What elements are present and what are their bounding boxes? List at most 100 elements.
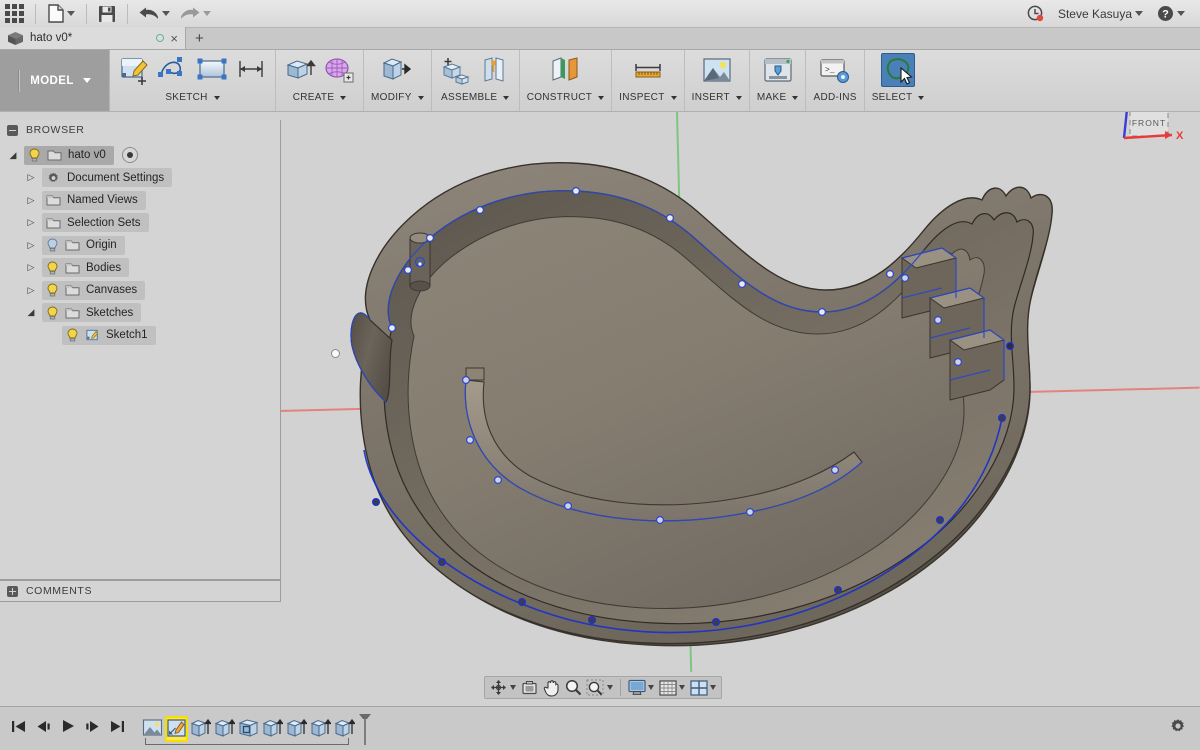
show-data-panel-button[interactable] <box>0 1 29 27</box>
timeline-track[interactable] <box>138 712 376 746</box>
expander-closed-icon[interactable] <box>24 240 38 251</box>
timeline-end-marker[interactable] <box>358 712 372 746</box>
save-button[interactable] <box>93 1 121 27</box>
ribbon-panel-label-modify[interactable]: MODIFY <box>371 92 424 103</box>
rectangle-icon[interactable] <box>195 53 229 87</box>
tree-row-root[interactable]: hato v0 <box>0 144 280 167</box>
user-menu-button[interactable]: Steve Kasuya <box>1053 1 1148 27</box>
measure-icon[interactable] <box>631 53 665 87</box>
new-document-button[interactable] <box>42 1 80 27</box>
ribbon-panel-label-inspect[interactable]: INSPECT <box>619 92 677 103</box>
new-component-icon[interactable] <box>439 53 473 87</box>
lightbulb-on-icon[interactable] <box>46 283 59 297</box>
chevron-down-icon[interactable] <box>648 685 654 690</box>
lightbulb-on-icon[interactable] <box>46 261 59 275</box>
dimension-icon[interactable] <box>234 53 268 87</box>
ribbon-panel-label-make[interactable]: MAKE <box>757 92 799 103</box>
ribbon-panel-label-assemble[interactable]: ASSEMBLE <box>441 92 510 103</box>
expander-closed-icon[interactable] <box>24 172 38 183</box>
ribbon-panel-create: CREATE <box>276 50 364 111</box>
ribbon-panel-label-construct[interactable]: CONSTRUCT <box>527 92 605 103</box>
nav-viewports-button[interactable] <box>688 678 709 698</box>
timeline-step-back-button[interactable] <box>36 720 51 738</box>
nav-zoom-window-button[interactable] <box>585 678 606 698</box>
offset-plane-icon[interactable] <box>548 53 582 87</box>
expander-closed-icon[interactable] <box>24 262 38 273</box>
new-tab-button[interactable]: + <box>186 29 213 49</box>
timeline-settings-button[interactable] <box>1170 718 1200 739</box>
expander-closed-icon[interactable] <box>24 195 38 206</box>
expander-closed-icon[interactable] <box>24 217 38 228</box>
ribbon-panel-label-sketch[interactable]: SKETCH <box>165 92 220 103</box>
cad-model-hato[interactable] <box>330 150 1070 680</box>
tree-row-selection-sets[interactable]: Selection Sets <box>0 212 280 235</box>
collapse-icon[interactable] <box>7 124 18 136</box>
tab-saved-indicator-icon[interactable] <box>156 34 165 42</box>
lightbulb-on-icon[interactable] <box>46 306 59 320</box>
timeline-go-to-beginning-button[interactable] <box>11 720 26 738</box>
tree-chip[interactable]: Named Views <box>42 190 146 210</box>
ribbon-panel-inspect: INSPECT <box>612 50 685 111</box>
timeline-play-button[interactable] <box>61 719 75 738</box>
ribbon-panel-label-select[interactable]: SELECT <box>872 92 925 103</box>
expander-open-icon[interactable] <box>24 307 38 318</box>
document-tab[interactable]: hato v0* × <box>0 27 186 49</box>
tree-chip[interactable]: Sketch1 <box>62 325 156 345</box>
expander-closed-icon[interactable] <box>24 285 38 296</box>
chevron-down-icon[interactable] <box>510 685 516 690</box>
job-status-button[interactable] <box>1022 1 1049 27</box>
tree-chip[interactable]: Selection Sets <box>42 213 149 233</box>
ribbon-panel-label-addins[interactable]: ADD-INS <box>813 92 856 103</box>
nav-grid-snaps-button[interactable] <box>657 678 678 698</box>
timeline-step-forward-button[interactable] <box>85 720 100 738</box>
chevron-down-icon[interactable] <box>607 685 613 690</box>
tree-row-document-settings[interactable]: Document Settings <box>0 167 280 190</box>
tree-row-bodies[interactable]: Bodies <box>0 257 280 280</box>
visibility-toggle-icon[interactable] <box>121 147 138 164</box>
extrude-icon[interactable] <box>283 53 317 87</box>
expand-icon[interactable] <box>7 585 18 597</box>
ribbon-panel-label-create[interactable]: CREATE <box>293 92 347 103</box>
create-sketch-icon[interactable] <box>117 53 151 87</box>
navigation-bar <box>484 676 722 699</box>
nav-display-settings-button[interactable] <box>626 678 647 698</box>
workspace-switcher[interactable]: MODEL <box>0 50 110 111</box>
redo-button[interactable] <box>175 1 216 27</box>
chevron-down-icon[interactable] <box>679 685 685 690</box>
tree-chip[interactable]: Canvases <box>42 280 146 300</box>
insert-canvas-icon[interactable] <box>700 53 734 87</box>
timeline-go-to-end-button[interactable] <box>110 720 125 738</box>
nav-zoom-button[interactable] <box>563 678 584 698</box>
lightbulb-on-icon[interactable] <box>28 148 41 162</box>
nav-look-at-button[interactable] <box>519 678 540 698</box>
expander-open-icon[interactable] <box>6 150 20 161</box>
nav-orbit-button[interactable] <box>488 678 509 698</box>
spline-icon[interactable] <box>156 53 190 87</box>
chevron-down-icon[interactable] <box>710 685 716 690</box>
joint-icon[interactable] <box>478 53 512 87</box>
tree-row-origin[interactable]: Origin <box>0 234 280 257</box>
nav-pan-button[interactable] <box>541 678 562 698</box>
lightbulb-off-icon[interactable] <box>46 238 59 252</box>
tree-row-sketch1[interactable]: Sketch1 <box>0 324 280 347</box>
help-button[interactable]: ? <box>1152 1 1190 27</box>
press-pull-icon[interactable] <box>380 53 414 87</box>
comments-panel[interactable]: COMMENTS <box>0 580 281 602</box>
tab-close-icon[interactable]: × <box>170 32 178 45</box>
undo-button[interactable] <box>134 1 175 27</box>
tree-chip[interactable]: Bodies <box>42 258 130 278</box>
ribbon-panel-label-insert[interactable]: INSERT <box>692 92 742 103</box>
browser-panel-header[interactable]: BROWSER <box>0 120 280 140</box>
sculpt-form-icon[interactable] <box>322 53 356 87</box>
tree-chip-root[interactable]: hato v0 <box>24 145 114 165</box>
tree-row-canvases[interactable]: Canvases <box>0 279 280 302</box>
scripts-addins-icon[interactable]: >_ <box>818 53 852 87</box>
tree-chip[interactable]: Document Settings <box>42 168 173 188</box>
tree-row-sketches[interactable]: Sketches <box>0 302 280 325</box>
3d-print-icon[interactable] <box>761 53 795 87</box>
select-lasso-icon[interactable] <box>881 53 916 87</box>
tree-chip[interactable]: Sketches <box>42 303 142 323</box>
lightbulb-on-icon[interactable] <box>66 328 79 342</box>
tree-row-named-views[interactable]: Named Views <box>0 189 280 212</box>
tree-chip[interactable]: Origin <box>42 235 125 255</box>
